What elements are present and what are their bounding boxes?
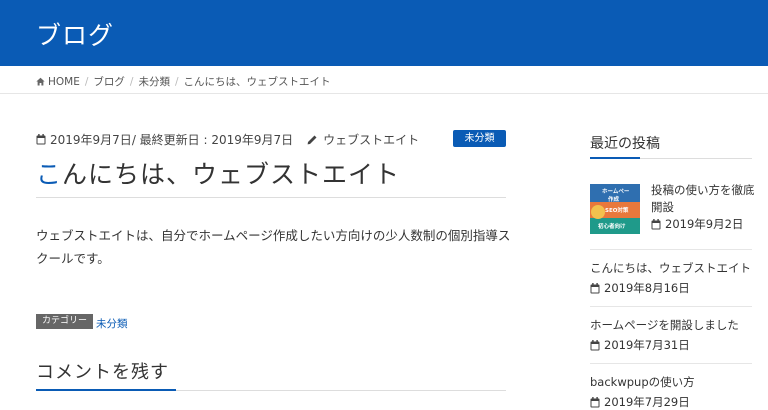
pencil-icon xyxy=(307,135,317,145)
sidebar-item-divider xyxy=(590,306,752,307)
breadcrumb-separator: / xyxy=(174,75,179,88)
breadcrumb-category[interactable]: 未分類 xyxy=(138,74,170,89)
sidebar-post-title[interactable]: ホームページを開設しました xyxy=(590,317,755,334)
sidebar-item-divider xyxy=(590,249,752,250)
sidebar-post-title[interactable]: 投稿の使い方を徹底開設 xyxy=(651,182,755,216)
post-title-initial: こ xyxy=(36,160,63,189)
breadcrumb-separator: / xyxy=(129,75,134,88)
post-title: こんにちは、ウェブストエイト xyxy=(36,155,400,191)
post-body: ウェブストエイトは、自分でホームページ作成したい方向けの少人数制の個別指導スクー… xyxy=(36,228,511,266)
calendar-icon xyxy=(590,339,600,350)
site-header: ブログ xyxy=(0,0,768,66)
comment-divider-accent xyxy=(36,389,176,391)
calendar-icon xyxy=(651,218,661,229)
calendar-icon xyxy=(590,282,600,293)
sidebar-post-date-text: 2019年9月2日 xyxy=(665,217,744,231)
sidebar-post-title[interactable]: backwpupの使い方 xyxy=(590,374,755,391)
sidebar-post-title[interactable]: こんにちは、ウェブストエイト xyxy=(590,260,755,277)
thumbnail-text: 作成 xyxy=(608,197,620,203)
updated-date: 2019年9月7日 xyxy=(211,133,294,147)
sidebar-post-date-text: 2019年7月31日 xyxy=(604,338,690,352)
sidebar-post-date: 2019年7月29日 xyxy=(590,394,690,410)
thumbnail-text: ホームペー xyxy=(602,189,630,195)
comment-section-title: コメントを残す xyxy=(36,362,169,383)
calendar-icon xyxy=(36,134,46,145)
breadcrumb-blog[interactable]: ブログ xyxy=(93,74,125,89)
post-thumbnail[interactable]: ホームペー 作成 SEO対策 初心者向け xyxy=(590,184,640,234)
thumbnail-text: SEO対策 xyxy=(605,208,629,214)
calendar-icon xyxy=(590,396,600,407)
post-title-rest: んにちは、ウェブストエイト xyxy=(62,160,401,189)
breadcrumb: HOME / ブログ / 未分類 / こんにちは、ウェブストエイト xyxy=(0,66,768,94)
category-link[interactable]: 未分類 xyxy=(96,316,128,331)
updated-prefix: / 最終更新日 : xyxy=(131,133,212,147)
sidebar-title: 最近の投稿 xyxy=(590,136,660,152)
breadcrumb-separator: / xyxy=(84,75,89,88)
sidebar-divider-accent xyxy=(590,157,640,159)
site-title[interactable]: ブログ xyxy=(36,16,114,52)
sidebar-post-date: 2019年9月2日 xyxy=(651,216,743,232)
category-label: カテゴリー xyxy=(36,314,94,329)
breadcrumb-current: こんにちは、ウェブストエイト xyxy=(183,76,331,88)
sidebar-post-date-text: 2019年8月16日 xyxy=(604,281,690,295)
home-icon xyxy=(36,77,45,86)
sidebar-post-date: 2019年8月16日 xyxy=(590,280,690,296)
published-date: 2019年9月7日 xyxy=(50,133,132,147)
post-meta: 2019年9月7日 / 最終更新日 : 2019年9月7日 ウェブストエイト xyxy=(36,131,419,148)
breadcrumb-home[interactable]: HOME xyxy=(48,76,80,88)
title-divider xyxy=(36,197,506,198)
category-badge[interactable]: 未分類 xyxy=(453,130,506,147)
thumbnail-text: 初心者向け xyxy=(598,224,626,230)
sidebar-item-divider xyxy=(590,363,752,364)
sidebar-post-date-text: 2019年7月29日 xyxy=(604,395,690,409)
author-name[interactable]: ウェブストエイト xyxy=(323,131,419,148)
sidebar-post-date: 2019年7月31日 xyxy=(590,337,690,353)
